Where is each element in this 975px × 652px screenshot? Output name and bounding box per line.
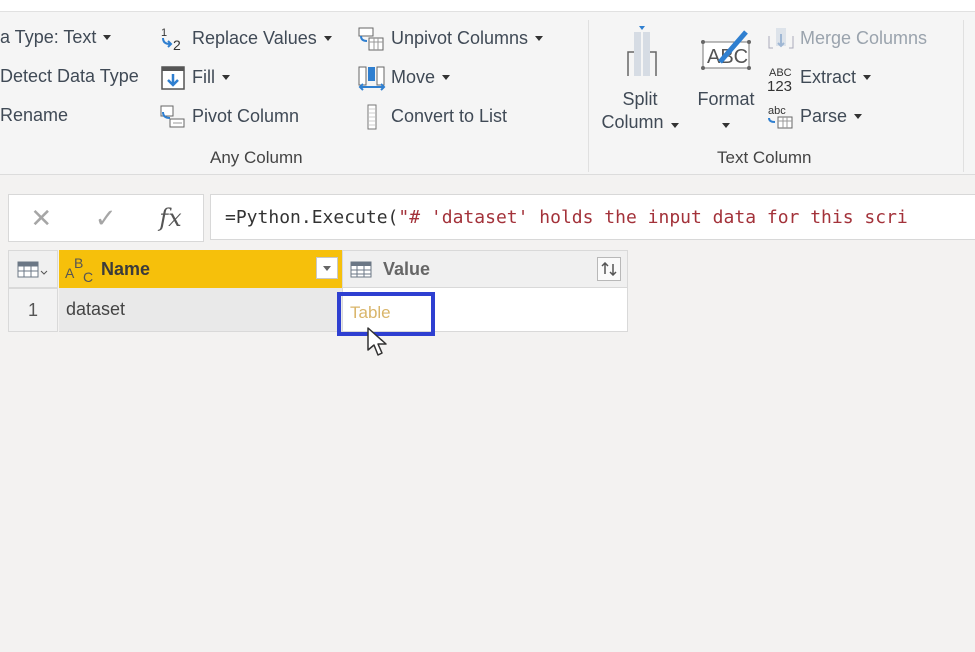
column-header-value[interactable]: Value	[342, 250, 628, 288]
extract-button[interactable]: ABC 123 Extract	[766, 65, 872, 95]
convert-to-list-label: Convert to List	[391, 105, 508, 126]
move-label: Move	[391, 66, 436, 87]
formula-function: Python.Execute(	[235, 206, 399, 228]
rename-button[interactable]: Rename	[0, 105, 68, 126]
chevron-down-icon	[442, 74, 451, 80]
expand-column-button[interactable]	[597, 257, 621, 281]
replace-values-icon: 12	[158, 26, 188, 53]
unpivot-columns-label: Unpivot Columns	[391, 27, 529, 48]
chevron-down-icon	[222, 74, 230, 80]
chevron-down-icon	[323, 265, 331, 271]
chevron-down-icon	[854, 113, 863, 119]
group-separator	[963, 20, 964, 172]
chevron-down-icon	[323, 35, 332, 41]
pivot-column-label: Pivot Column	[192, 105, 300, 126]
svg-text:abc: abc	[768, 105, 786, 117]
rename-label: Rename	[0, 105, 69, 125]
svg-text:C: C	[83, 269, 93, 284]
formula-equals: =	[225, 206, 236, 228]
split-column-icon	[627, 26, 657, 76]
column-header-name[interactable]: ABC Name	[59, 250, 342, 288]
pivot-column-icon	[158, 104, 188, 128]
list-icon	[357, 104, 387, 130]
ribbon-transform: a Type: Text Detect Data Type Rename 12 …	[0, 12, 975, 175]
parse-label: Parse	[800, 105, 848, 126]
extract-abc123-icon: ABC 123	[766, 65, 796, 95]
svg-text:B: B	[74, 255, 83, 271]
format-label: Format	[697, 89, 755, 109]
split-column-button[interactable]: Split Column	[596, 26, 684, 134]
data-type-button[interactable]: a Type: Text	[0, 27, 112, 48]
expand-icon	[601, 262, 617, 276]
column-header-label: Name	[101, 258, 151, 279]
svg-text:1: 1	[161, 27, 167, 39]
split-column-label-2: Column	[601, 112, 664, 132]
title-strip	[0, 0, 975, 12]
unpivot-columns-icon	[357, 26, 387, 51]
data-type-label: a Type: Text	[0, 27, 97, 47]
svg-text:123: 123	[767, 78, 792, 93]
format-abc-icon: ABC	[701, 30, 751, 70]
chevron-down-icon	[863, 74, 872, 80]
group-label-text-column: Text Column	[717, 148, 812, 167]
chevron-down-icon	[535, 35, 544, 41]
chevron-down-icon	[670, 123, 679, 128]
fill-button[interactable]: Fill	[158, 65, 230, 90]
replace-values-button[interactable]: 12 Replace Values	[158, 26, 332, 53]
detect-data-type-button[interactable]: Detect Data Type	[0, 66, 139, 87]
move-button[interactable]: Move	[357, 65, 451, 91]
close-icon[interactable]: ✕	[30, 203, 52, 234]
format-button[interactable]: ABC Format	[688, 26, 764, 134]
merge-columns-label: Merge Columns	[800, 27, 928, 48]
move-column-icon	[357, 65, 387, 91]
filter-dropdown-button[interactable]	[316, 257, 338, 279]
text-type-icon[interactable]: ABC	[65, 254, 101, 285]
merge-columns-icon	[766, 26, 796, 50]
fx-icon[interactable]: fx	[159, 204, 181, 232]
extract-label: Extract	[800, 66, 857, 87]
table-cell-name[interactable]: dataset	[59, 288, 342, 332]
group-separator	[588, 20, 589, 172]
convert-to-list-button[interactable]: Convert to List	[357, 104, 508, 130]
group-label-any-column: Any Column	[210, 148, 303, 167]
fill-down-icon	[158, 65, 188, 90]
formula-string: "# 'dataset' holds the input data for th…	[398, 206, 908, 228]
split-column-label-1: Split	[622, 89, 658, 109]
unpivot-columns-button[interactable]: Unpivot Columns	[357, 26, 544, 51]
svg-text:2: 2	[173, 37, 181, 52]
mouse-cursor-icon	[366, 326, 392, 365]
detect-data-type-label: Detect Data Type	[0, 66, 139, 86]
pivot-column-button[interactable]: Pivot Column	[158, 104, 299, 128]
table-type-icon	[350, 261, 372, 278]
check-icon[interactable]: ✓	[95, 203, 117, 234]
chevron-down-icon	[103, 35, 112, 40]
chevron-down-icon	[722, 123, 730, 128]
replace-values-label: Replace Values	[192, 27, 317, 48]
formula-bar-controls: ✕ ✓ fx	[8, 194, 204, 242]
formula-input[interactable]: = Python.Execute("# 'dataset' holds the …	[210, 194, 975, 240]
parse-icon: abc	[766, 104, 796, 129]
merge-columns-button[interactable]: Merge Columns	[766, 26, 927, 50]
table-icon	[17, 261, 48, 278]
table-menu-button[interactable]	[8, 250, 58, 288]
fill-label: Fill	[192, 66, 215, 87]
column-header-label: Value	[383, 258, 431, 279]
parse-button[interactable]: abc Parse	[766, 104, 863, 129]
row-number: 1	[8, 288, 58, 332]
